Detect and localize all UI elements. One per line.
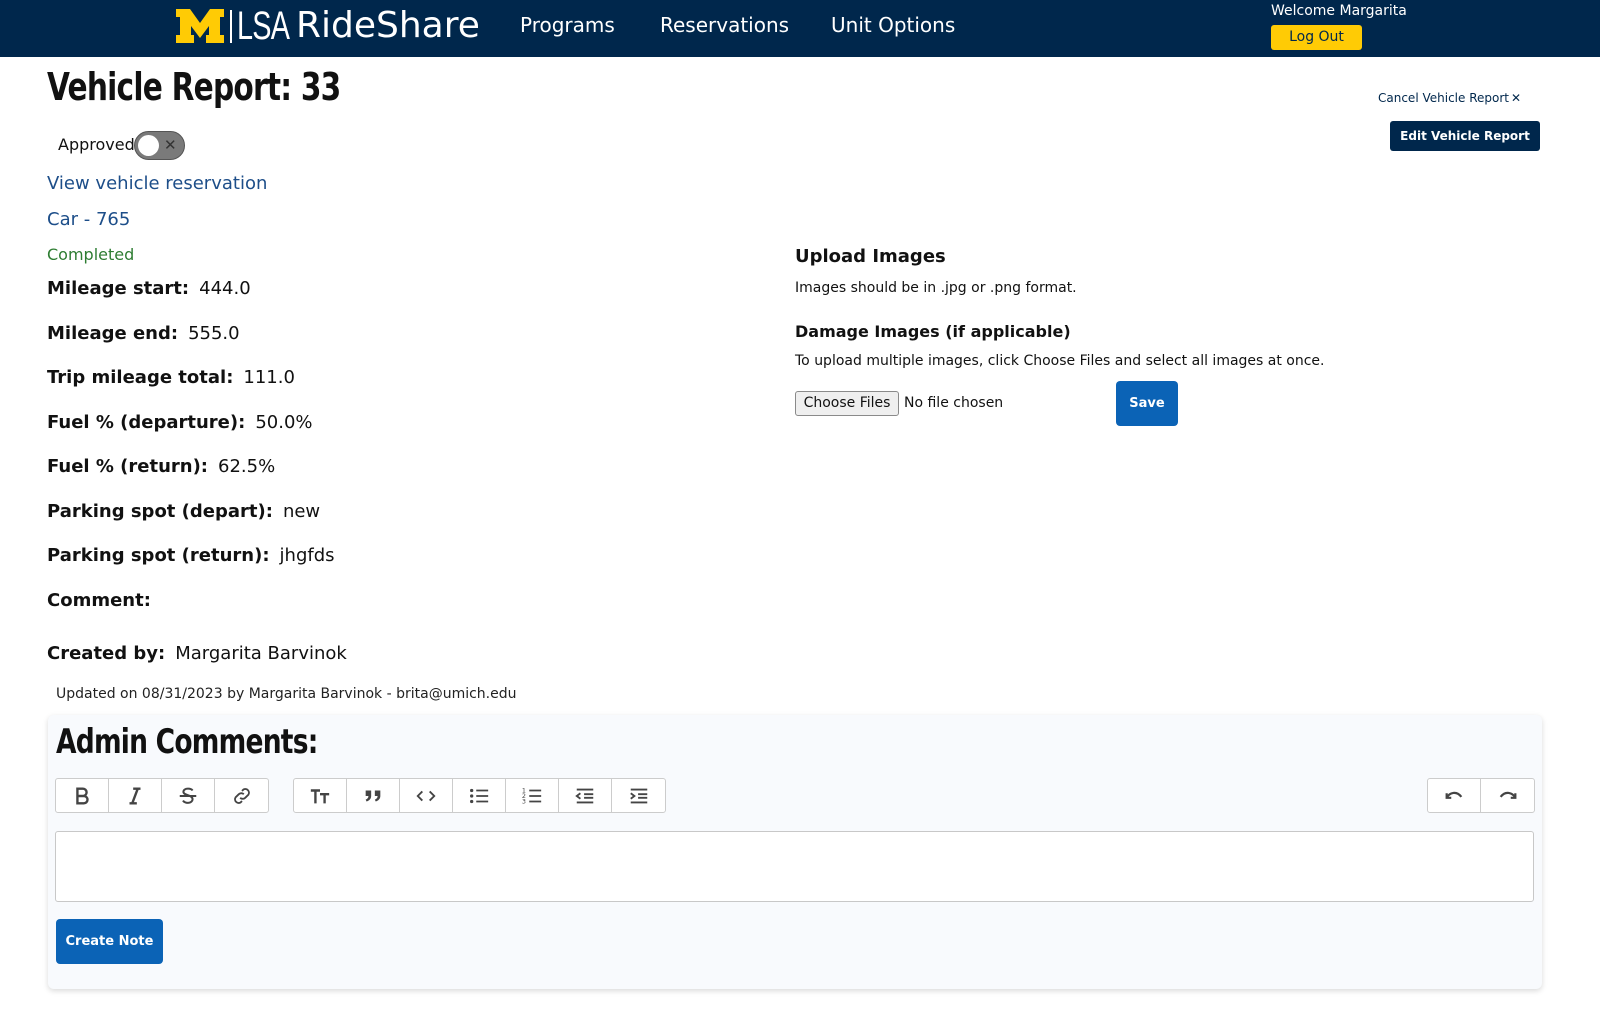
- strikethrough-icon[interactable]: [162, 779, 215, 812]
- numbered-list-icon[interactable]: 123: [506, 779, 559, 812]
- indent-icon[interactable]: [612, 779, 665, 812]
- toolbar-format-group: [55, 778, 269, 813]
- field-label: Trip mileage total:: [47, 367, 234, 388]
- logo-divider: [230, 10, 232, 43]
- field-mileage-end: Mileage end: 555.0: [47, 323, 240, 345]
- logout-button[interactable]: Log Out: [1271, 25, 1362, 50]
- upload-images-heading: Upload Images: [795, 246, 946, 267]
- admin-comments-title: Admin Comments:: [56, 722, 318, 762]
- code-icon[interactable]: [400, 779, 453, 812]
- welcome-text: Welcome Margarita: [1271, 3, 1407, 19]
- nav-reservations[interactable]: Reservations: [660, 12, 789, 38]
- field-value: jhgfds: [279, 545, 335, 566]
- view-reservation-link[interactable]: View vehicle reservation: [47, 173, 267, 195]
- toggle-knob: [138, 135, 159, 156]
- app-brand[interactable]: RideShare: [296, 2, 480, 50]
- damage-images-heading: Damage Images (if applicable): [795, 322, 1071, 341]
- save-images-button[interactable]: Save: [1116, 381, 1178, 426]
- field-value: 62.5%: [218, 456, 276, 477]
- nav-unit-options[interactable]: Unit Options: [831, 12, 955, 38]
- field-parking-return: Parking spot (return): jhgfds: [47, 545, 335, 567]
- close-icon: ✕: [1510, 91, 1522, 105]
- field-created-by: Created by: Margarita Barvinok: [47, 643, 347, 665]
- top-navbar: LSA RideShare Programs Reservations Unit…: [0, 0, 1600, 57]
- admin-comment-editor[interactable]: [55, 831, 1534, 902]
- bullet-list-icon[interactable]: [453, 779, 506, 812]
- field-fuel-departure: Fuel % (departure): 50.0%: [47, 412, 313, 434]
- field-label: Mileage start:: [47, 278, 190, 299]
- field-label: Created by:: [47, 643, 166, 664]
- field-label: Parking spot (depart):: [47, 501, 273, 522]
- file-status-text: No file chosen: [904, 395, 1004, 411]
- create-note-button[interactable]: Create Note: [56, 919, 163, 964]
- car-link[interactable]: Car - 765: [47, 209, 130, 231]
- upload-format-note: Images should be in .jpg or .png format.: [795, 280, 1077, 296]
- field-label: Fuel % (return):: [47, 456, 209, 477]
- field-value: Margarita Barvinok: [175, 643, 347, 664]
- field-trip-mileage: Trip mileage total: 111.0: [47, 367, 295, 389]
- university-m-logo[interactable]: [176, 9, 224, 43]
- quote-icon[interactable]: [347, 779, 400, 812]
- nav-programs[interactable]: Programs: [520, 12, 615, 38]
- field-mileage-start: Mileage start: 444.0: [47, 278, 251, 300]
- italic-icon[interactable]: [109, 779, 162, 812]
- heading-icon[interactable]: [294, 779, 347, 812]
- field-value: 50.0%: [255, 412, 313, 433]
- toolbar-history-group: [1427, 778, 1535, 813]
- lsa-logo-text[interactable]: LSA: [237, 4, 290, 48]
- choose-files-button[interactable]: Choose Files: [795, 391, 899, 416]
- toggle-off-icon: ✕: [164, 136, 177, 154]
- field-value: 444.0: [199, 278, 251, 299]
- status-text: Completed: [47, 245, 135, 264]
- field-label: Fuel % (departure):: [47, 412, 246, 433]
- damage-images-note: To upload multiple images, click Choose …: [795, 353, 1325, 369]
- svg-text:3: 3: [522, 797, 526, 805]
- outdent-icon[interactable]: [559, 779, 612, 812]
- field-comment: Comment:: [47, 590, 161, 612]
- field-label: Parking spot (return):: [47, 545, 270, 566]
- redo-icon[interactable]: [1481, 779, 1534, 812]
- cancel-vehicle-report-link[interactable]: Cancel Vehicle Report ✕: [1378, 90, 1521, 106]
- field-value: new: [282, 501, 321, 522]
- field-value: 555.0: [188, 323, 240, 344]
- updated-info: Updated on 08/31/2023 by Margarita Barvi…: [56, 686, 517, 702]
- field-label: Comment:: [47, 590, 151, 611]
- bold-icon[interactable]: [56, 779, 109, 812]
- field-parking-depart: Parking spot (depart): new: [47, 501, 320, 523]
- link-icon[interactable]: [215, 779, 268, 812]
- page-title: Vehicle Report: 33: [47, 65, 341, 109]
- edit-vehicle-report-button[interactable]: Edit Vehicle Report: [1390, 121, 1540, 151]
- toolbar-block-group: 123: [293, 778, 666, 813]
- field-fuel-return: Fuel % (return): 62.5%: [47, 456, 275, 478]
- undo-icon[interactable]: [1428, 779, 1481, 812]
- field-label: Mileage end:: [47, 323, 179, 344]
- field-value: 111.0: [243, 367, 295, 388]
- cancel-label: Cancel Vehicle Report: [1378, 91, 1509, 105]
- approved-label: Approved: [58, 135, 135, 154]
- approved-toggle[interactable]: ✕: [134, 131, 185, 160]
